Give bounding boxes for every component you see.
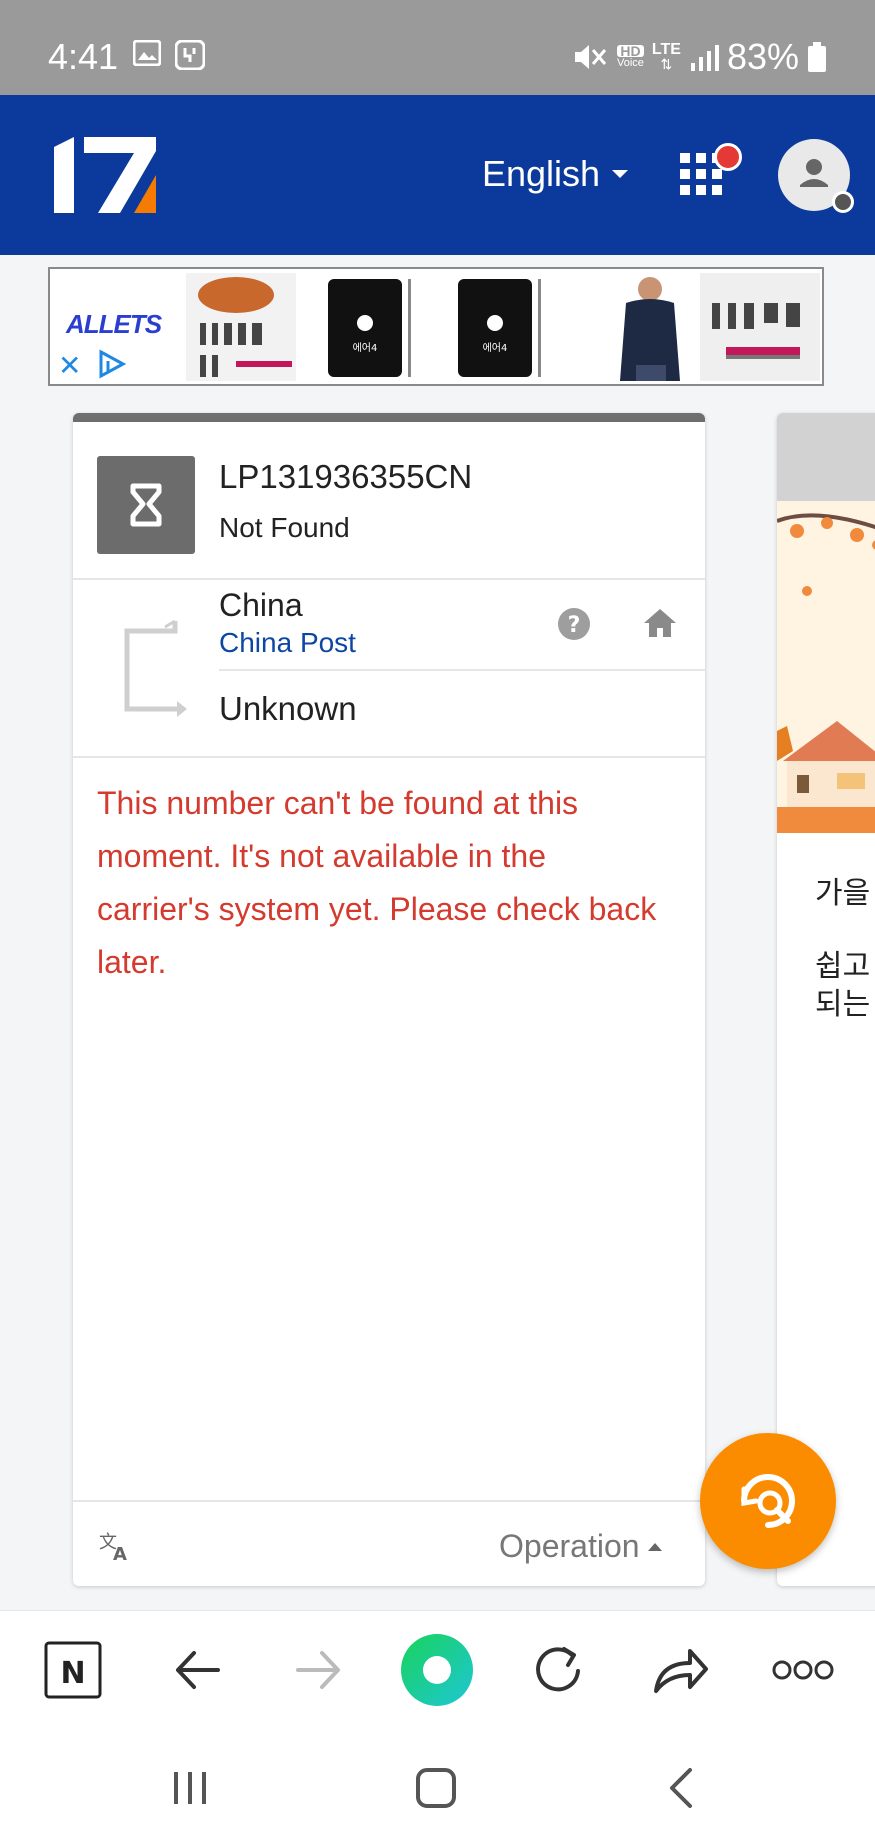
notification-badge (714, 143, 742, 171)
ad-close-icon[interactable]: ✕ (58, 349, 81, 382)
side-card-text-1: 가을 (815, 877, 871, 910)
language-label: English (482, 153, 601, 194)
ad-product-dyson-case[interactable] (186, 273, 296, 381)
home-circle-icon[interactable] (400, 1633, 474, 1707)
route-icon (124, 619, 187, 717)
mute-icon (574, 45, 607, 69)
status-time: 4:41 (48, 36, 119, 77)
svg-text:A: A (113, 1544, 127, 1562)
ad-product-dyson-attachments[interactable] (700, 273, 820, 381)
origin-country: China (219, 587, 303, 623)
home-button-icon[interactable] (414, 1766, 458, 1810)
ad-device-label-2: 에어4 (483, 342, 508, 354)
app-header: English (0, 95, 875, 255)
notification-app-icon (175, 40, 205, 70)
autumn-illustration (777, 501, 875, 833)
translate-icon[interactable]: 文 A (99, 1530, 133, 1562)
ad-product-ipad[interactable]: 에어4 (320, 273, 430, 381)
ad-product-ipad-2[interactable]: 에어4 (450, 273, 560, 381)
ad-banner[interactable]: ALLETS ✕ 에어4 에어4 (48, 267, 824, 386)
data-arrows-icon: ⇅ (660, 56, 673, 72)
home-icon[interactable] (643, 607, 677, 639)
browser-toolbar: N (0, 1610, 875, 1731)
lte-indicator: LTE ⇅ (651, 41, 681, 72)
avatar-status-dot (832, 191, 854, 213)
recent-apps-icon[interactable] (170, 1768, 210, 1808)
back-arrow-icon[interactable] (172, 1641, 222, 1699)
tracking-card: LP131936355CN Not Found China China Post… (73, 413, 705, 1586)
side-card-text-2: 쉽고 (815, 950, 871, 983)
side-card-header (777, 413, 875, 501)
ad-info-icon[interactable] (98, 349, 126, 379)
caret-up-icon (647, 1542, 662, 1551)
operation-menu[interactable]: Operation (499, 1528, 664, 1565)
destination: Unknown (219, 690, 357, 727)
gallery-icon (133, 40, 161, 66)
back-button-icon[interactable] (666, 1766, 696, 1810)
side-card[interactable]: 가을 쉽고 되는 (777, 413, 875, 1586)
language-selector[interactable]: English (482, 153, 630, 195)
divider (219, 669, 705, 671)
reload-icon[interactable] (532, 1641, 586, 1699)
share-icon[interactable] (652, 1641, 708, 1699)
tracking-status: Not Found (219, 512, 350, 543)
n-icon[interactable]: N (44, 1641, 102, 1699)
battery-percent: 83% (726, 36, 799, 77)
svg-text:?: ? (568, 613, 581, 638)
ad-device-label-1: 에어4 (353, 342, 378, 354)
signal-icon (690, 45, 719, 71)
tracking-number[interactable]: LP131936355CN (219, 458, 472, 496)
operation-label: Operation (499, 1528, 640, 1564)
status-bar: 4:41 HD Voice LTE ⇅ 83% (0, 0, 875, 95)
caret-down-icon (612, 170, 629, 178)
divider (73, 756, 705, 758)
more-icon[interactable] (772, 1641, 834, 1699)
search-refresh-icon (741, 1474, 795, 1528)
hourglass-icon (130, 483, 162, 527)
carrier-link[interactable]: China Post (219, 627, 356, 659)
status-right-group: HD Voice LTE ⇅ 83% (573, 36, 827, 78)
side-card-text-3: 되는 (815, 988, 871, 1021)
ad-product-shirt[interactable] (580, 273, 690, 381)
not-found-message: This number can't be found at this momen… (97, 785, 657, 980)
hd-voice-indicator: HD Voice (616, 43, 644, 69)
status-box (97, 456, 195, 554)
track-search-fab[interactable] (700, 1433, 836, 1569)
divider (73, 578, 705, 580)
card-footer: 文 A Operation (73, 1502, 705, 1586)
battery-icon (808, 42, 826, 72)
help-icon[interactable]: ? (557, 607, 591, 641)
forward-arrow-icon (296, 1651, 340, 1689)
app-logo[interactable] (48, 133, 160, 217)
svg-text:N: N (60, 1656, 85, 1691)
system-nav-bar (0, 1730, 875, 1847)
ad-brand: ALLETS (66, 309, 162, 339)
